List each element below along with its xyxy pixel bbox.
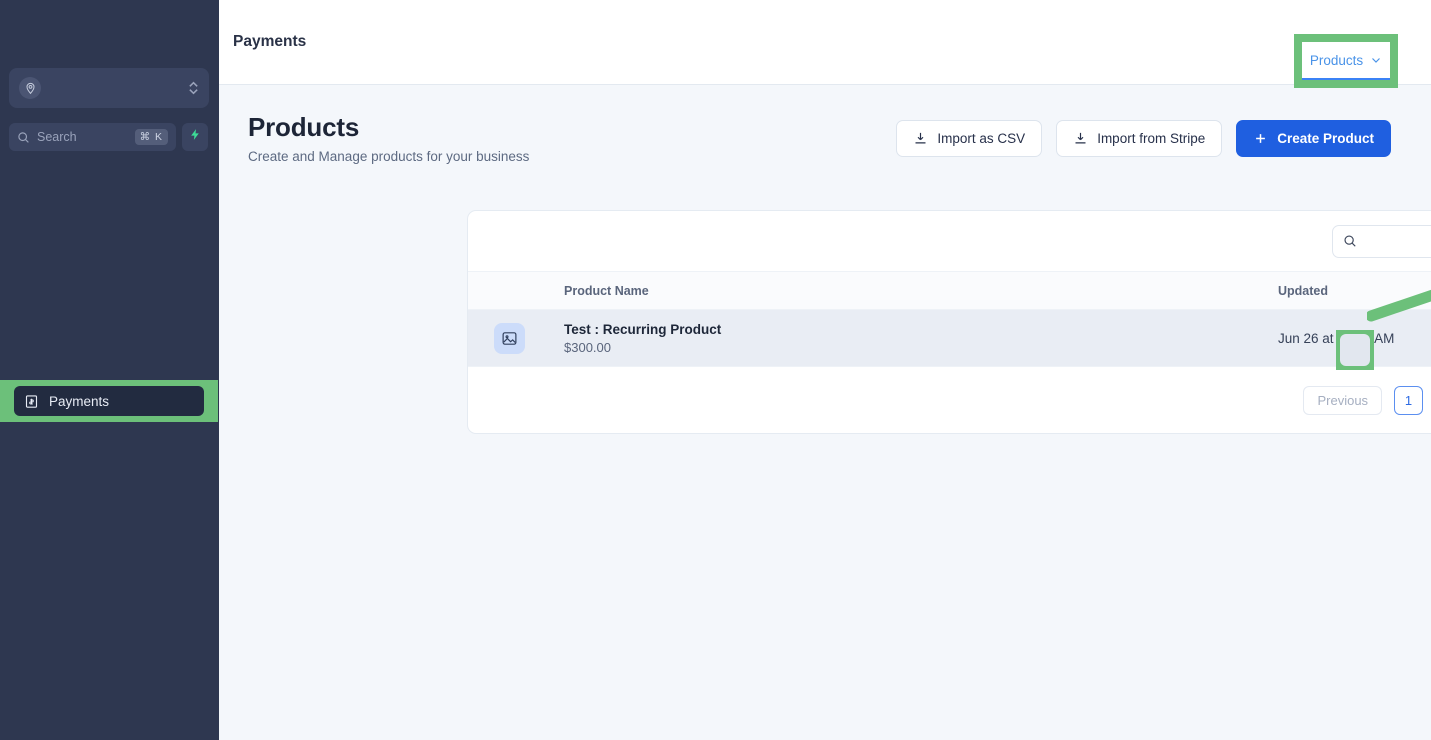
plus-icon <box>1253 131 1268 146</box>
create-product-button[interactable]: Create Product <box>1236 120 1391 157</box>
table-search-box[interactable] <box>1332 224 1431 258</box>
products-table: Product Name Updated Test: Recurring Pr… <box>468 271 1431 367</box>
quick-action-button[interactable] <box>182 123 208 151</box>
app-root: Search ⌘ K Payments Payments Products Pr… <box>0 0 1431 740</box>
download-icon <box>913 131 928 146</box>
search-placeholder: Search <box>37 130 77 144</box>
sidebar: Search ⌘ K Payments <box>0 0 219 740</box>
sidebar-item-label: Payments <box>49 393 110 409</box>
table-header-row: Product Name Updated <box>468 271 1431 310</box>
table-body: Test : Recurring Product $300.00 Jun 26 … <box>468 309 1431 367</box>
pagination: Previous 1 Next 10 / page <box>468 367 1431 433</box>
import-as-csv-label: Import as CSV <box>937 131 1026 146</box>
search-shortcut-badge: ⌘ K <box>134 129 168 145</box>
sidebar-search-row: Search ⌘ K <box>9 123 208 151</box>
import-as-csv-button[interactable]: Import as CSV <box>896 120 1043 157</box>
search-icon <box>17 131 30 144</box>
image-placeholder-icon <box>494 322 525 354</box>
cell-thumb <box>468 309 564 367</box>
chevron-updown-icon <box>188 81 199 95</box>
row-actions-button[interactable] <box>1340 334 1370 366</box>
tab-products-label: Products <box>1309 52 1364 68</box>
table-row[interactable]: Test : Recurring Product $300.00 Jun 26 … <box>468 309 1431 367</box>
page-subtitle: Create and Manage products for your busi… <box>248 149 530 164</box>
topbar: Payments <box>219 0 1431 85</box>
workspace-selector[interactable] <box>9 68 209 108</box>
table-search-input[interactable] <box>1357 233 1431 249</box>
tab-products[interactable]: Products <box>1302 42 1390 80</box>
product-name: Test : Recurring Product <box>564 321 722 337</box>
create-product-label: Create Product <box>1277 131 1374 146</box>
import-from-stripe-button[interactable]: Import from Stripe <box>1056 120 1223 157</box>
spark-icon <box>189 128 202 146</box>
search-input[interactable]: Search ⌘ K <box>9 123 176 151</box>
chevron-down-icon <box>1370 54 1382 66</box>
page-heading-text: Products Create and Manage products for … <box>248 112 529 164</box>
products-card: Product Name Updated Test: Recurring Pr… <box>467 210 1431 434</box>
main-content: Payments Products Products Create and Ma… <box>219 0 1431 740</box>
table-head: Product Name Updated <box>468 271 1431 310</box>
org-avatar-icon <box>19 77 41 99</box>
search-icon <box>1343 234 1357 248</box>
cell-product-name: Test : Recurring Product $300.00 <box>564 309 1278 367</box>
pagination-page-1[interactable]: 1 <box>1394 385 1424 415</box>
download-icon <box>1073 131 1088 146</box>
import-from-stripe-label: Import from Stripe <box>1097 131 1206 146</box>
pagination-previous-button[interactable]: Previous <box>1303 385 1383 415</box>
page-actions: Import as CSV Import from Stripe Create … <box>896 112 1391 157</box>
sidebar-item-payments[interactable]: Payments <box>14 386 204 416</box>
page-heading-row: Products Create and Manage products for … <box>219 85 1431 164</box>
annotation-arrow <box>1367 289 1431 322</box>
payments-icon <box>24 394 39 409</box>
table-toolbar <box>468 211 1431 271</box>
page-header-title: Payments <box>233 33 307 50</box>
column-header-product-name: Product Name <box>564 271 1278 310</box>
column-header-thumb <box>468 271 564 310</box>
product-price: $300.00 <box>564 339 611 355</box>
page-title: Products <box>248 112 360 142</box>
